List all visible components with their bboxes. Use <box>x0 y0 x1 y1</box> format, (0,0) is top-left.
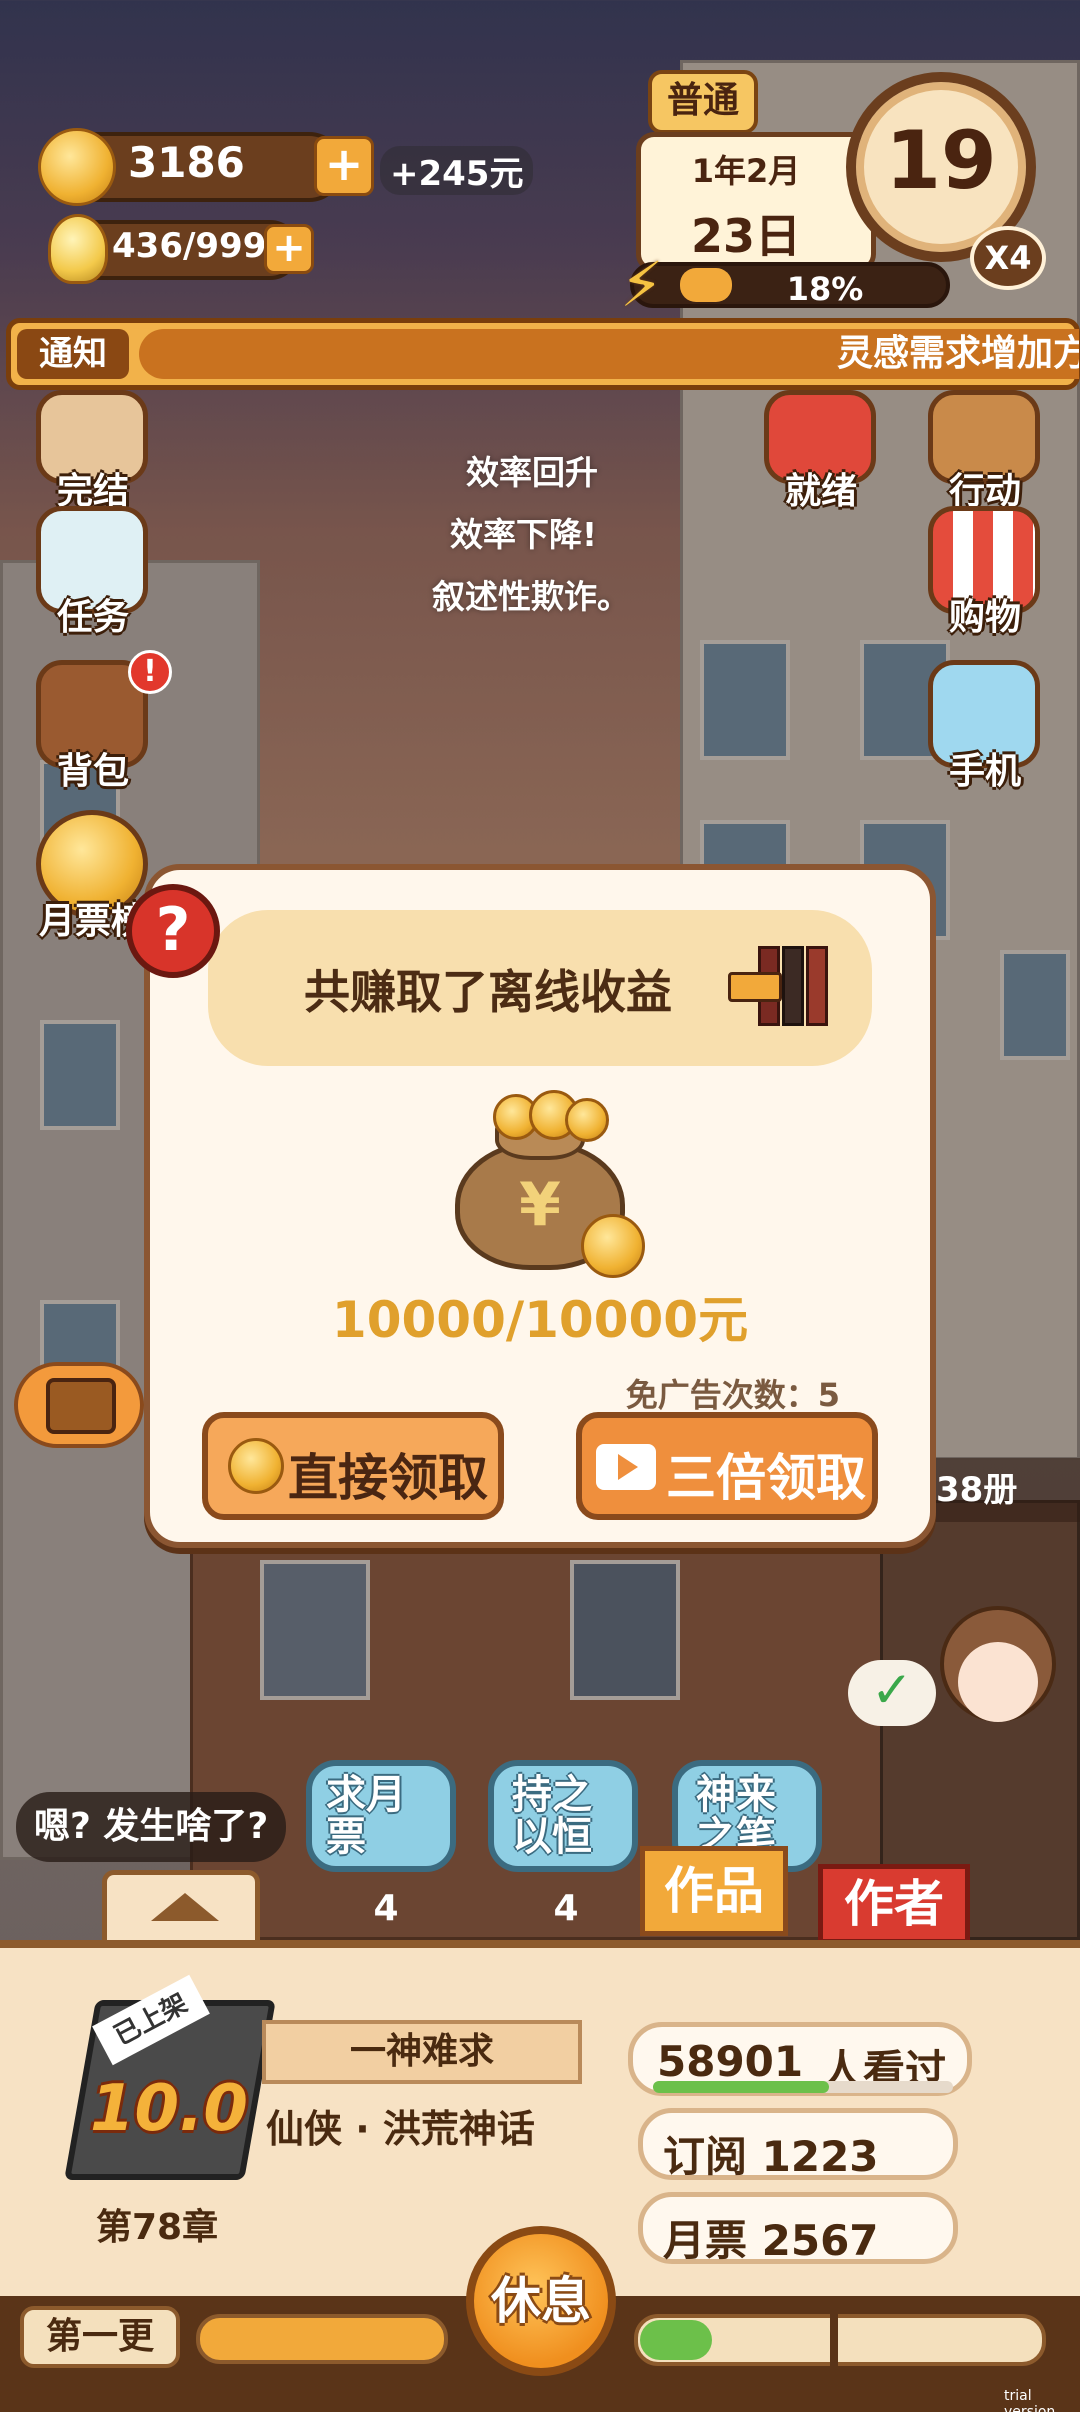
rest-button[interactable]: 休息 <box>466 2226 616 2376</box>
difficulty-label: 普通 <box>648 70 758 134</box>
views-stat: 58901 人看过 <box>628 2022 972 2096</box>
date-month: 1年2月 <box>691 152 801 190</box>
ready-button[interactable]: 就绪 <box>756 380 886 512</box>
notice-text: 灵感需求增加方 <box>837 333 1079 374</box>
speech-bubble: 嗯? 发生啥了? <box>16 1792 287 1862</box>
earnings-amount: 10000/10000元 <box>331 1291 749 1349</box>
notice-bar[interactable]: 通知 灵感需求增加方 <box>6 318 1080 390</box>
chest-icon <box>46 1378 116 1434</box>
coin-icon <box>228 1438 284 1494</box>
watermark: trial version <box>1004 2388 1056 2412</box>
direct-claim-button[interactable]: 直接领取 <box>202 1412 504 1520</box>
dialog-title: 共赚取了离线收益 <box>304 965 672 1019</box>
video-play-icon <box>596 1444 656 1490</box>
inspiration-amount: 436/999 <box>112 226 267 266</box>
notice-label: 通知 <box>17 329 129 379</box>
volume-count: 38册 <box>920 1458 1080 1522</box>
progress-percent: 18% <box>786 270 864 308</box>
skill-persistence-count: 4 <box>553 1888 579 1929</box>
book-info-panel: 已上架 10.0 第78章 一神难求 仙侠 · 洪荒神话 58901 人看过 订… <box>0 1940 1080 2412</box>
treasure-chest-button[interactable] <box>14 1362 144 1448</box>
views-progress-fill <box>653 2081 829 2093</box>
update-label[interactable]: 第一更 <box>20 2306 180 2368</box>
lightning-icon: ⚡ <box>620 248 664 321</box>
triple-claim-button[interactable]: 三倍领取 <box>576 1412 878 1520</box>
message-efficiency-up: 效率回升 <box>466 453 598 492</box>
collapse-panel-button[interactable] <box>102 1870 260 1946</box>
add-coins-button[interactable]: + <box>314 136 374 196</box>
book-score: 10.0 <box>90 2072 248 2146</box>
skill-persistence-button[interactable]: 持之以恒 <box>488 1760 638 1872</box>
phone-button[interactable]: 手机 <box>920 660 1050 792</box>
ad-free-count: 免广告次数：5 <box>625 1376 840 1414</box>
tasks-button[interactable]: 任务 <box>28 506 158 638</box>
author-avatar[interactable] <box>940 1606 1060 1746</box>
money-bag-icon: ¥ <box>445 1090 645 1278</box>
speed-toggle[interactable]: X4 <box>970 226 1046 290</box>
alert-badge: ! <box>128 650 172 694</box>
author-sign[interactable]: 作者 <box>818 1864 970 1944</box>
chevron-up-icon <box>151 1893 219 1921</box>
age-counter: 19 <box>885 114 997 207</box>
check-icon: ✓ <box>848 1660 936 1726</box>
update-progress-bar <box>196 2314 448 2364</box>
skill-monthly-ticket-count: 4 <box>373 1888 399 1929</box>
message-narrative-fraud: 叙述性欺诈。 <box>432 577 630 616</box>
energy-fill <box>640 2320 712 2360</box>
direct-claim-label: 直接领取 <box>288 1449 488 1507</box>
triple-claim-label: 三倍领取 <box>666 1449 866 1507</box>
coin-amount: 3186 <box>128 138 245 187</box>
action-button[interactable]: 行动 <box>920 380 1050 512</box>
book-genre: 仙侠 · 洪荒神话 <box>266 2107 535 2151</box>
subscriptions-stat: 订阅 1223 <box>638 2108 958 2181</box>
message-efficiency-down: 效率下降! <box>450 515 598 554</box>
lightbulb-icon <box>48 214 108 284</box>
coin-icon <box>38 128 116 206</box>
finish-button[interactable]: 完结 <box>28 380 158 512</box>
chapter-label: 第78章 <box>96 2207 219 2248</box>
shop-button[interactable]: 购物 <box>920 506 1050 638</box>
books-icon <box>728 946 828 1026</box>
backpack-button[interactable]: ! 背包 <box>28 650 172 792</box>
help-button[interactable]: ? <box>126 884 220 978</box>
works-sign[interactable]: 作品 <box>640 1846 788 1936</box>
offline-earnings-dialog: 共赚取了离线收益 ? ¥ 10000/10000元 免广告次数：5 直接领取 三… <box>126 864 936 1548</box>
skill-monthly-ticket-button[interactable]: 求月票 <box>306 1760 456 1872</box>
monthly-tickets-stat: 月票 2567 <box>638 2192 958 2265</box>
add-inspiration-button[interactable]: + <box>264 224 314 274</box>
energy-marker <box>830 2300 838 2380</box>
coin-rate: +245元 <box>380 146 534 195</box>
dialog-header: 共赚取了离线收益 <box>208 910 872 1066</box>
book-title: 一神难求 <box>262 2020 582 2084</box>
